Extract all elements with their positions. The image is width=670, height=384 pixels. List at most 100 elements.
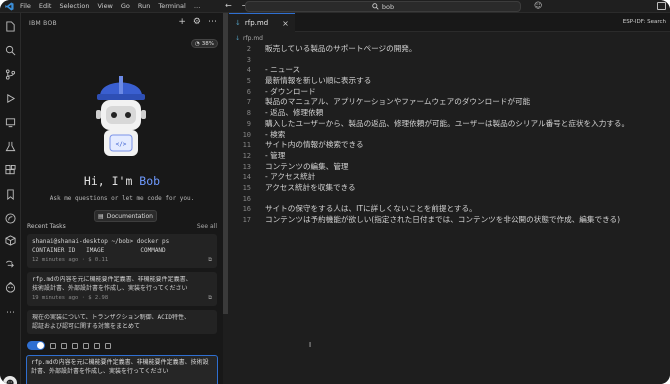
new-task-icon[interactable]: + (178, 17, 186, 27)
menu-edit[interactable]: Edit (39, 2, 52, 10)
line-number: 16 (242, 205, 251, 214)
line-text[interactable]: アクセス統計を収集できる (265, 183, 356, 194)
bookmark-icon[interactable] (4, 188, 17, 201)
line-text[interactable]: - ニュース (265, 65, 300, 76)
code-lines[interactable]: 2 販売している製品のサポートページの開発。 3 4 - ニュース 5 最新情報を新しい順に… (229, 44, 670, 226)
extensions-icon[interactable] (4, 164, 17, 177)
terminal-icon[interactable] (94, 342, 100, 349)
testing-icon[interactable] (4, 140, 17, 153)
recent-task-item[interactable]: rfp.mdの内容を元に機能要件定義書、非機能要件定義書、 技術設計書、外部設計… (27, 272, 217, 306)
recent-task-item[interactable]: 現在の実装について、トランザクション制御、ACID特性、 認証および認可に関する… (27, 310, 217, 334)
image-icon[interactable] (83, 342, 89, 349)
line-text[interactable]: - 検索 (265, 130, 285, 141)
breadcrumb: ↓ rfp.md (235, 35, 263, 42)
line-text[interactable]: コンテンツは予約機能が欲しい(指定された日付までは、コンテンツを非公開の状態で作… (265, 215, 620, 226)
explorer-icon[interactable] (4, 20, 17, 33)
breadcrumb-file[interactable]: rfp.md (243, 35, 263, 42)
menu-file[interactable]: File (20, 2, 31, 10)
chat-input[interactable]: rfp.mdの内容を元に機能要件定義書、非機能要件定義書、技術設計書、外部設計書… (26, 355, 218, 384)
code-line[interactable]: 13 コンテンツの編集、管理 (229, 162, 670, 173)
copilot-icon[interactable]: ☺ (534, 1, 542, 10)
line-text[interactable]: サイトの保守をする人は、ITに詳しくないことを前提とする。 (265, 204, 477, 215)
line-text[interactable]: 購入したユーザーから、製品の返品、修理依頼が可能。ユーザーは製品のシリアル番号と… (265, 119, 629, 130)
recent-task-item[interactable]: shanai@shanai-desktop ~/bob> docker ps C… (27, 234, 217, 268)
usage-badge[interactable]: ◔ 38% (190, 39, 218, 48)
mode-icon[interactable] (50, 342, 56, 349)
code-line[interactable]: 3 (229, 55, 670, 66)
line-number: 5 (246, 77, 251, 86)
code-line[interactable]: 4 - ニュース (229, 65, 670, 76)
esp-idf-search-label[interactable]: ESP-IDF: Search (623, 19, 666, 25)
menu-selection[interactable]: Selection (59, 2, 89, 10)
search-view-icon[interactable] (4, 44, 17, 57)
menu-more[interactable]: … (194, 2, 201, 10)
line-number: 2 (246, 45, 251, 53)
sidebar-actions: + ⚙ ⋯ (178, 17, 217, 27)
line-number: 15 (242, 183, 251, 192)
context-icon[interactable] (61, 342, 67, 349)
code-line[interactable]: 8 - 返品、修理依頼 (229, 108, 670, 119)
task-meta: 12 minutes ago · $ 0.11 ⧉ (32, 257, 212, 264)
history-icon[interactable] (105, 342, 111, 349)
toggle-sidebar-icon[interactable] (657, 2, 666, 10)
task-text: shanai@shanai-desktop ~/bob> docker ps C… (32, 238, 170, 254)
containers-icon[interactable] (4, 234, 17, 247)
code-line[interactable]: 9 購入したユーザーから、製品の返品、修理依頼が可能。ユーザーは製品のシリアル番号… (229, 119, 670, 130)
copy-icon[interactable]: ⧉ (208, 257, 212, 264)
source-control-icon[interactable] (4, 68, 17, 81)
esp-idf-icon[interactable] (4, 212, 17, 225)
line-text[interactable]: 最新情報を新しい順に表示する (265, 76, 371, 87)
command-center-search[interactable]: bob (245, 1, 521, 12)
menu-view[interactable]: View (97, 2, 112, 10)
line-number: 11 (242, 141, 251, 150)
code-line[interactable]: 16 サイトの保守をする人は、ITに詳しくないことを前提とする。 (229, 204, 670, 215)
ports-icon[interactable] (4, 257, 17, 270)
line-number: 10 (242, 130, 251, 139)
line-text[interactable]: 製品のマニュアル、アプリケーションやファームウェアのダウンロードが可能 (265, 97, 530, 108)
tab-rfp-md[interactable]: ↓ rfp.md × (229, 13, 295, 32)
documentation-button[interactable]: ▤ Documentation (94, 210, 157, 222)
line-text[interactable]: サイト内の情報が検索できる (265, 140, 364, 151)
svg-text:</>: </> (116, 141, 127, 148)
code-line[interactable]: 15 アクセス統計を収集できる (229, 183, 670, 194)
more-views-icon[interactable]: ⋯ (4, 306, 17, 319)
code-line[interactable]: 10 - 検索 (229, 130, 670, 141)
line-text[interactable]: - アクセス統計 (265, 172, 315, 183)
line-number: 7 (246, 98, 251, 107)
code-line[interactable]: 14 - アクセス統計 (229, 172, 670, 183)
line-text[interactable]: - ダウンロード (265, 87, 316, 98)
line-text[interactable]: コンテンツの編集、管理 (265, 162, 349, 173)
code-line[interactable]: 2 販売している製品のサポートページの開発。 (229, 44, 670, 55)
code-line[interactable]: 12 - 管理 (229, 151, 670, 162)
sidebar-title: IBM BOB (29, 20, 57, 27)
sidebar-scrollbar[interactable] (223, 13, 228, 314)
menu-run[interactable]: Run (138, 2, 150, 10)
run-debug-icon[interactable] (4, 92, 17, 105)
auto-approve-toggle[interactable] (27, 341, 45, 350)
line-text[interactable]: - 返品、修理依頼 (265, 108, 323, 119)
copy-icon[interactable]: ⧉ (208, 295, 212, 302)
menu-go[interactable]: Go (121, 2, 130, 10)
task-cost: $ 0.11 (88, 257, 109, 263)
close-tab-icon[interactable]: × (282, 19, 289, 28)
code-line[interactable]: 7 製品のマニュアル、アプリケーションやファームウェアのダウンロードが可能 (229, 97, 670, 108)
code-line[interactable]: 16 (229, 194, 670, 205)
editor-area: ↓ rfp.md × ESP-IDF: Search ↓ rfp.md 2 販売し… (229, 13, 670, 384)
line-text[interactable]: 販売している製品のサポートページの開発。 (265, 44, 417, 55)
back-arrow-icon[interactable]: ← (225, 1, 232, 10)
more-actions-icon[interactable]: ⋯ (208, 17, 217, 27)
account-avatar[interactable]: ☻ (3, 376, 17, 384)
see-all-link[interactable]: See all (197, 223, 217, 230)
remote-explorer-icon[interactable] (4, 116, 17, 129)
task-text: rfp.mdの内容を元に機能要件定義書、非機能要件定義書、 技術設計書、外部設計… (32, 276, 192, 292)
settings-gear-icon[interactable]: ⚙ (193, 17, 201, 27)
code-line[interactable]: 6 - ダウンロード (229, 87, 670, 98)
attach-icon[interactable] (72, 342, 78, 349)
activity-bar: ⋯ ☻ (0, 13, 21, 384)
code-line[interactable]: 11 サイト内の情報が検索できる (229, 140, 670, 151)
menu-terminal[interactable]: Terminal (158, 2, 185, 10)
bob-assistant-icon[interactable] (4, 281, 17, 294)
code-line[interactable]: 5 最新情報を新しい順に表示する (229, 76, 670, 87)
line-text[interactable]: - 管理 (265, 151, 285, 162)
code-line[interactable]: 17 コンテンツは予約機能が欲しい(指定された日付までは、コンテンツを非公開の状態… (229, 215, 670, 226)
